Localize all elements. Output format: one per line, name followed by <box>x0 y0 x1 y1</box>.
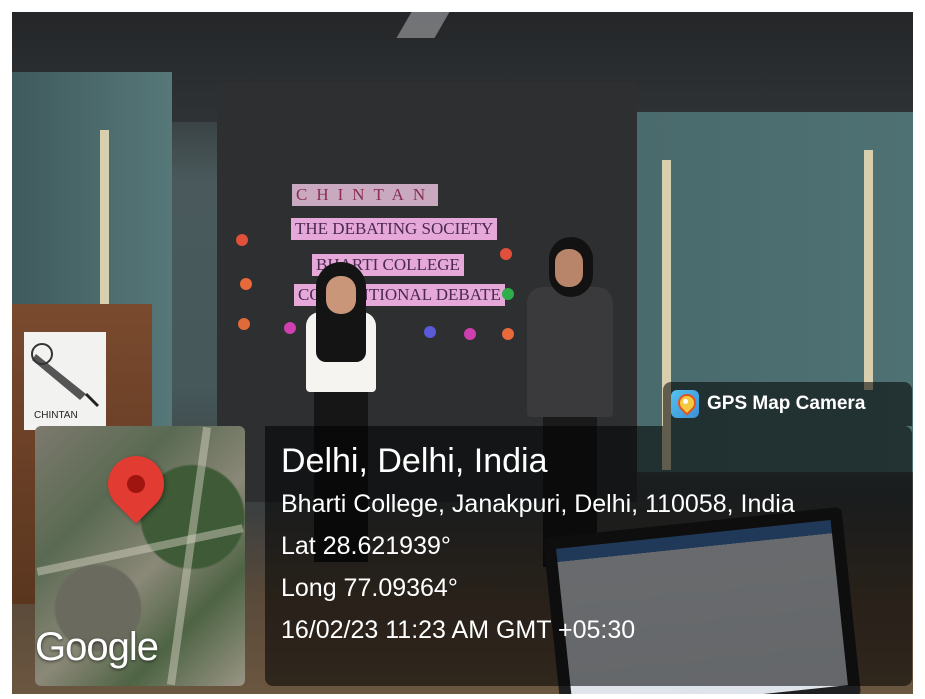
paper-star <box>238 318 250 330</box>
banner-title: CHINTAN <box>292 184 439 206</box>
paper-star <box>502 328 514 340</box>
location-pin-dot <box>127 475 145 493</box>
stage-pole <box>864 150 873 390</box>
banner-line-1: THE DEBATING SOCIETY <box>291 218 498 240</box>
gps-badge-label: GPS Map Camera <box>707 393 866 414</box>
podium-logo-text: CHINTAN <box>34 410 78 421</box>
location-datetime: 16/02/23 11:23 AM GMT +05:30 <box>281 616 636 644</box>
paper-star <box>424 326 436 338</box>
location-city: Delhi, Delhi, India <box>281 442 548 480</box>
stage-pole <box>100 130 109 320</box>
location-latitude: Lat 28.621939° <box>281 532 451 560</box>
location-longitude: Long 77.09364° <box>281 574 458 602</box>
paper-star <box>240 278 252 290</box>
google-watermark: Google <box>35 625 159 669</box>
gps-map-camera-badge: GPS Map Camera <box>663 382 912 426</box>
location-address: Bharti College, Janakpuri, Delhi, 110058… <box>281 490 795 518</box>
paper-star <box>500 248 512 260</box>
paper-star <box>236 234 248 246</box>
podium-logo-poster: CHINTAN <box>24 332 106 430</box>
paper-star <box>464 328 476 340</box>
map-thumbnail: Google <box>35 426 245 686</box>
location-info-panel: Delhi, Delhi, India Bharti College, Jana… <box>265 426 912 686</box>
gps-map-camera-app-icon <box>671 390 699 418</box>
paper-star <box>284 322 296 334</box>
paper-star <box>502 288 514 300</box>
